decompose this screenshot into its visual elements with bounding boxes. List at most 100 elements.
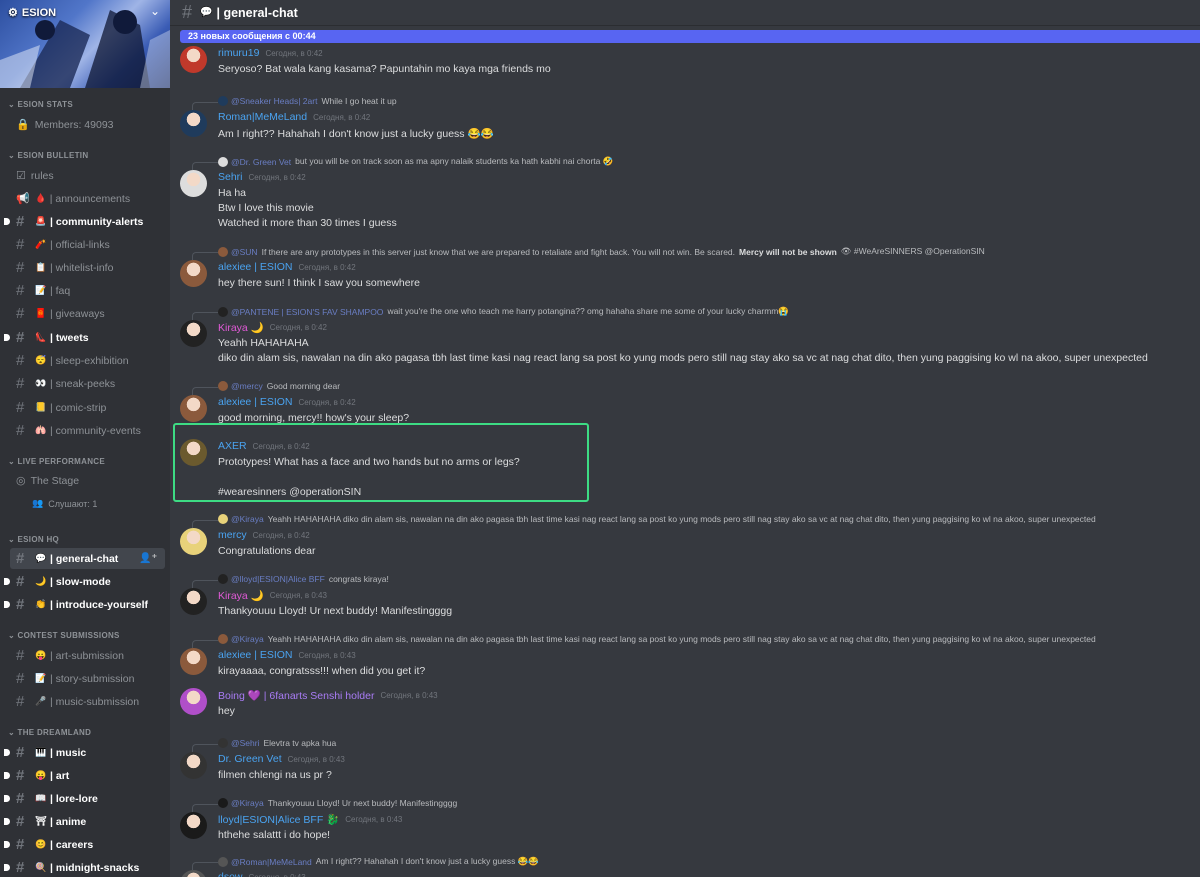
reply-author[interactable]: @SUN — [231, 247, 258, 257]
channel-anime[interactable]: # ⛩ | anime — [4, 811, 165, 832]
reply-avatar — [218, 246, 228, 257]
author-name[interactable]: alexiee | ESION — [218, 261, 293, 273]
author-name[interactable]: mercy — [218, 529, 247, 541]
avatar[interactable] — [180, 752, 207, 779]
message-author[interactable]: dsow Сегодня, в 0:43 — [218, 871, 306, 877]
channel-official-links[interactable]: # 🧨 | official-links — [10, 234, 165, 255]
avatar[interactable] — [180, 320, 207, 347]
channel-slow-mode[interactable]: # 🌙 | slow-mode — [4, 571, 165, 592]
channel-tweets[interactable]: # 👠 | tweets — [4, 327, 165, 348]
category-contest-submissions[interactable]: ⌄ CONTEST SUBMISSIONS — [8, 631, 120, 640]
reply-preview[interactable]: @Kiraya Thankyouuu Lloyd! Ur next buddy! … — [218, 798, 457, 808]
message-author[interactable]: Kiraya 🌙 Сегодня, в 0:43 — [218, 589, 327, 602]
channel-music-submission[interactable]: # 🎤 | music-submission — [10, 691, 165, 712]
category-esion-hq[interactable]: ⌄ ESION HQ — [8, 535, 59, 544]
author-name[interactable]: Kiraya 🌙 — [218, 321, 264, 334]
reply-spine — [192, 744, 218, 752]
message-author[interactable]: rimuru19 Сегодня, в 0:42 — [218, 47, 323, 59]
channel-sneak-peeks[interactable]: # 👀 | sneak-peeks — [10, 373, 165, 394]
channel-art[interactable]: # 😛 | art — [4, 765, 165, 786]
author-name[interactable]: Boing 💜 | 6fanarts Senshi holder — [218, 689, 374, 702]
category-esion-stats[interactable]: ⌄ ESION STATS — [8, 100, 73, 109]
reply-preview[interactable]: @PANTENE | ESION'S FAV SHAMPOO wait you'r… — [218, 306, 789, 317]
channel-giveaways[interactable]: # 🧧 | giveaways — [10, 303, 165, 324]
reply-author[interactable]: @Roman|MeMeLand — [231, 857, 312, 867]
author-name[interactable]: Kiraya 🌙 — [218, 589, 264, 602]
author-name[interactable]: dsow — [218, 871, 243, 877]
channel-careers[interactable]: # 😊 | careers — [4, 834, 165, 855]
message-author[interactable]: Dr. Green Vet Сегодня, в 0:43 — [218, 753, 345, 765]
channel-announcements[interactable]: 📢 🩸 | announcements — [10, 188, 165, 209]
message-author[interactable]: Roman|MeMeLand Сегодня, в 0:42 — [218, 111, 370, 123]
reply-author[interactable]: @Kiraya — [231, 798, 264, 808]
reply-author[interactable]: @Sneaker Heads| 2art — [231, 96, 317, 106]
message-author[interactable]: alexiee | ESION Сегодня, в 0:43 — [218, 649, 356, 661]
channel-whitelist-info[interactable]: # 📋 | whitelist-info — [10, 257, 165, 278]
channel-midnight-snacks[interactable]: # 🍭 | midnight-snacks — [4, 857, 165, 877]
avatar[interactable] — [180, 588, 207, 615]
reply-preview[interactable]: @Sehri Elevtra tv apka hua — [218, 738, 336, 748]
channel-community-events[interactable]: # 🫁 | community-events — [10, 420, 165, 441]
channel-introduce-yourself[interactable]: # 👏 | introduce-yourself — [4, 594, 165, 615]
channel-general-chat[interactable]: # 💬 | general-chat 👤⁺ — [10, 548, 165, 569]
reply-author[interactable]: @Sehri — [231, 738, 259, 748]
message-author[interactable]: Boing 💜 | 6fanarts Senshi holder Сегодня,… — [218, 689, 438, 702]
reply-author[interactable]: @PANTENE | ESION'S FAV SHAMPOO — [231, 307, 383, 317]
channel-art-submission[interactable]: # 😛 | art-submission — [10, 645, 165, 666]
server-banner[interactable]: ⚙ ESION ⌄ — [0, 0, 170, 88]
channel-community-alerts[interactable]: # 🚨 | community-alerts — [4, 211, 165, 232]
category-the-dreamland[interactable]: ⌄ THE DREAMLAND — [8, 728, 91, 737]
avatar[interactable] — [180, 395, 207, 422]
reply-author[interactable]: @lloyd|ESION|Alice BFF — [231, 574, 325, 584]
add-member-icon[interactable]: 👤⁺ — [139, 553, 157, 564]
avatar[interactable] — [180, 528, 207, 555]
chevron-down-icon[interactable]: ⌄ — [150, 4, 160, 18]
reply-preview[interactable]: @Kiraya Yeahh HAHAHAHA diko din alam sis,… — [218, 514, 1096, 524]
message-author[interactable]: alexiee | ESION Сегодня, в 0:42 — [218, 396, 356, 408]
author-name[interactable]: lloyd|ESION|Alice BFF 🐉 — [218, 813, 339, 826]
category-live-performance[interactable]: ⌄ LIVE PERFORMANCE — [8, 457, 105, 466]
message-author[interactable]: lloyd|ESION|Alice BFF 🐉 Сегодня, в 0:43 — [218, 813, 402, 826]
channel-rules[interactable]: ☑ rules — [10, 165, 165, 186]
reply-author[interactable]: @Kiraya — [231, 514, 264, 524]
author-name[interactable]: alexiee | ESION — [218, 649, 293, 661]
avatar[interactable] — [180, 648, 207, 675]
avatar[interactable] — [180, 812, 207, 839]
message-author[interactable]: mercy Сегодня, в 0:42 — [218, 529, 310, 541]
message-author[interactable]: Sehri Сегодня, в 0:42 — [218, 171, 306, 183]
channel-lore-lore[interactable]: # 📖 | lore-lore — [4, 788, 165, 809]
new-messages-bar[interactable]: 23 новых сообщения с 00:44 — [180, 30, 1200, 43]
channel-faq[interactable]: # 📝 | faq — [10, 280, 165, 301]
unread-indicator — [4, 818, 10, 825]
author-name[interactable]: Sehri — [218, 171, 243, 183]
reply-preview[interactable]: @SUN If there are any prototypes in this … — [218, 246, 985, 257]
message-author[interactable]: alexiee | ESION Сегодня, в 0:42 — [218, 261, 356, 273]
author-name[interactable]: Roman|MeMeLand — [218, 111, 307, 123]
reply-author[interactable]: @Kiraya — [231, 634, 264, 644]
reply-author[interactable]: @Dr. Green Vet — [231, 157, 291, 167]
channel-sleep-exhibition[interactable]: # 😴 | sleep-exhibition — [10, 350, 165, 371]
channel-comic-strip[interactable]: # 📒 | comic-strip — [10, 397, 165, 418]
author-name[interactable]: rimuru19 — [218, 47, 259, 59]
reply-preview[interactable]: @Roman|MeMeLand Am I right?? Hahahah I do… — [218, 856, 539, 867]
stage-channel[interactable]: ◎ The Stage — [10, 470, 165, 491]
reply-author[interactable]: @mercy — [231, 381, 263, 391]
members-counter[interactable]: 🔒 Members: 49093 — [10, 114, 165, 135]
channel-story-submission[interactable]: # 📝 | story-submission — [10, 668, 165, 689]
channel-music[interactable]: # 🎹 | music — [4, 742, 165, 763]
reply-preview[interactable]: @Dr. Green Vet but you will be on track s… — [218, 156, 613, 167]
reply-preview[interactable]: @mercy Good morning dear — [218, 381, 340, 391]
author-name[interactable]: Dr. Green Vet — [218, 753, 282, 765]
message-author[interactable]: Kiraya 🌙 Сегодня, в 0:42 — [218, 321, 327, 334]
avatar[interactable] — [180, 110, 207, 137]
reply-preview[interactable]: @Sneaker Heads| 2art While I go heat it u… — [218, 96, 397, 106]
avatar[interactable] — [180, 46, 207, 73]
avatar[interactable] — [180, 870, 207, 877]
reply-preview[interactable]: @Kiraya Yeahh HAHAHAHA diko din alam sis,… — [218, 634, 1096, 644]
avatar[interactable] — [180, 170, 207, 197]
author-name[interactable]: alexiee | ESION — [218, 396, 293, 408]
avatar[interactable] — [180, 688, 207, 715]
avatar[interactable] — [180, 260, 207, 287]
reply-preview[interactable]: @lloyd|ESION|Alice BFF congrats kiraya! — [218, 574, 389, 584]
category-esion-bulletin[interactable]: ⌄ ESION BULLETIN — [8, 151, 88, 160]
